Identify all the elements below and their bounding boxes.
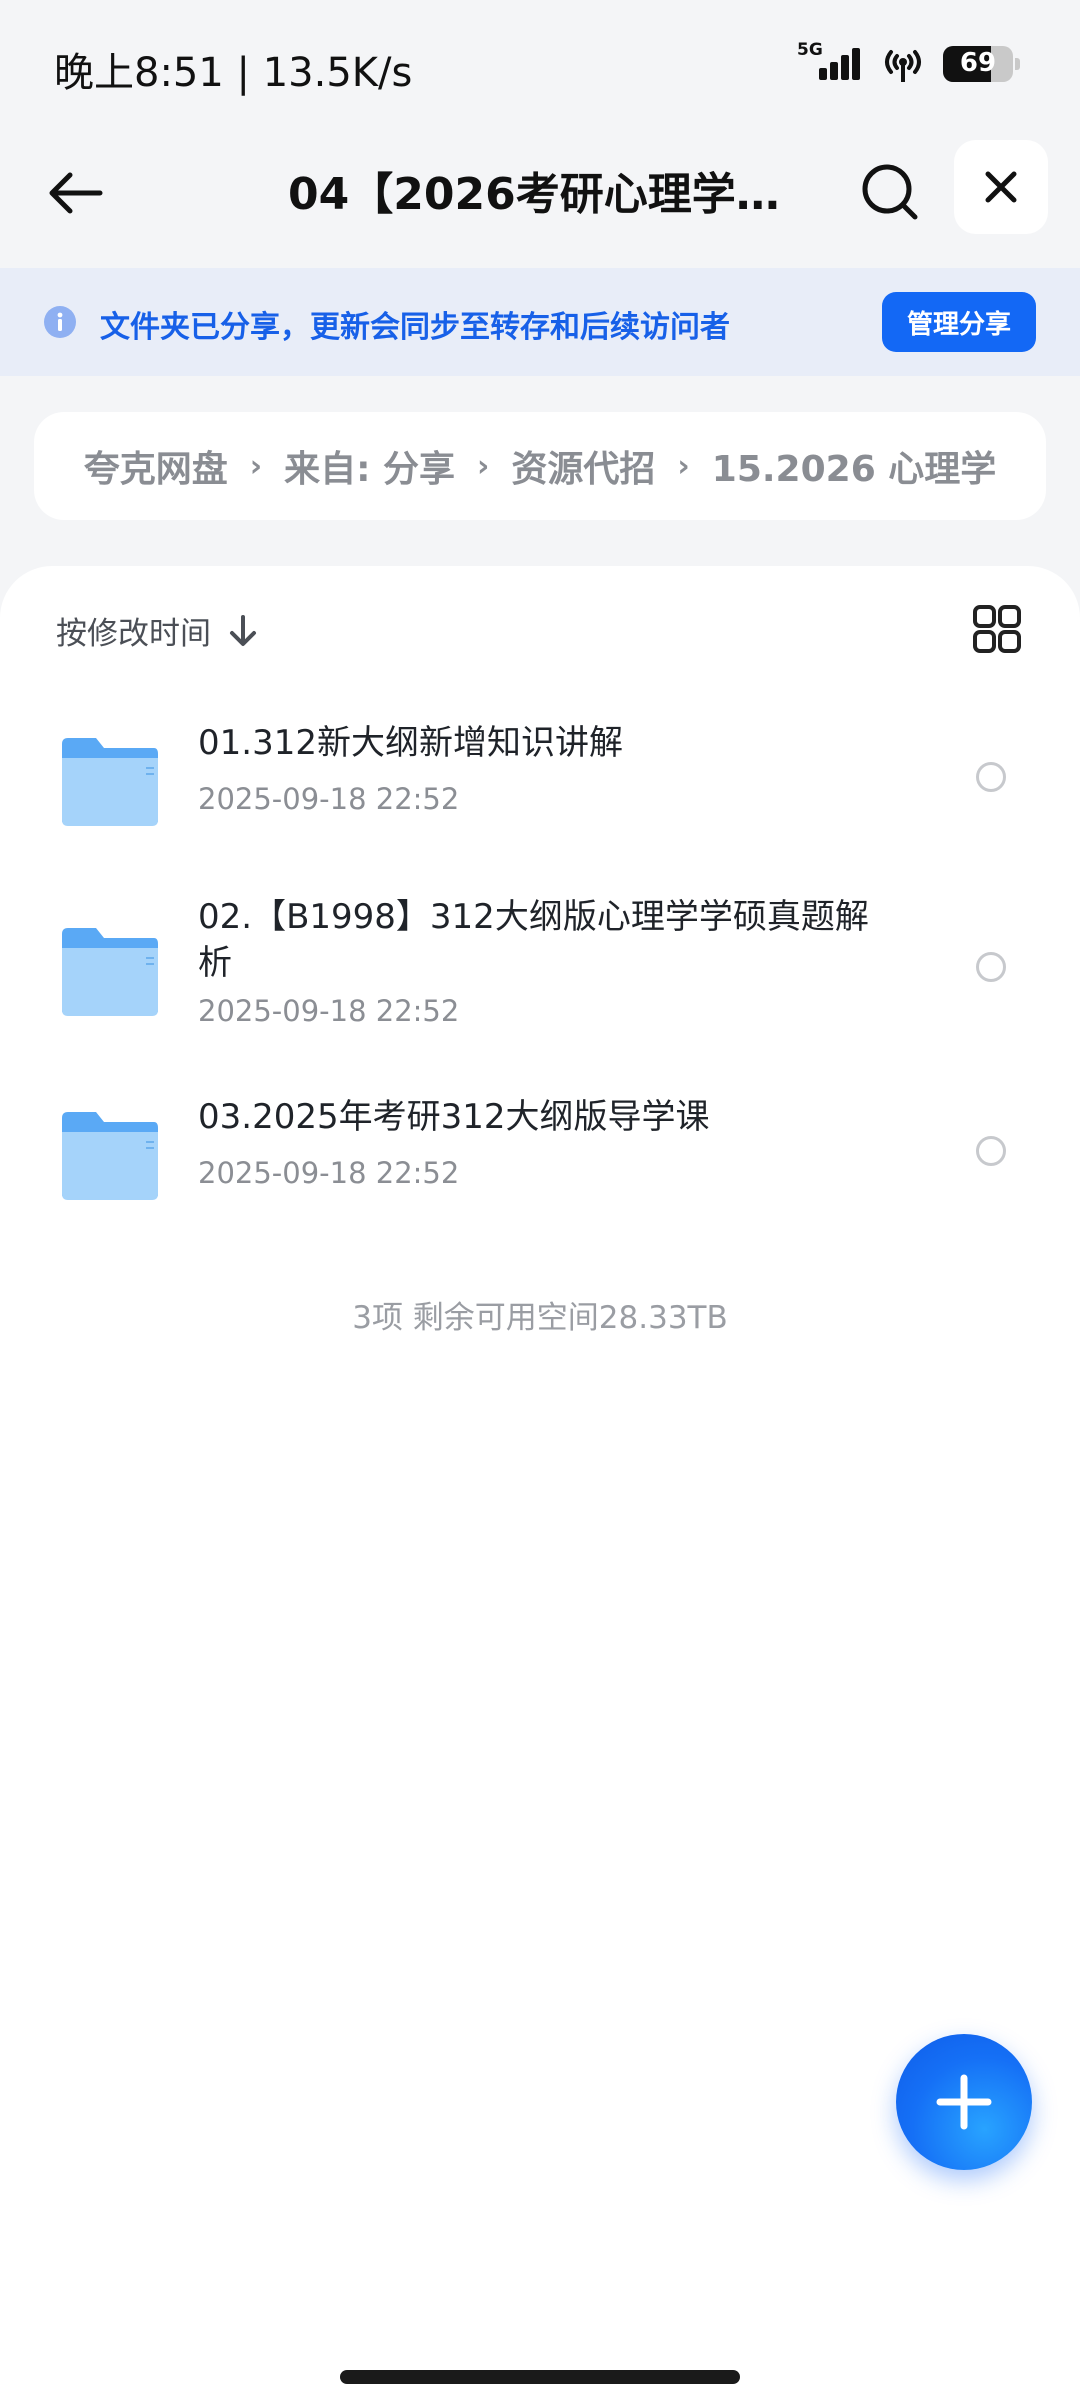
breadcrumb-item-root[interactable]: 夸克网盘: [84, 440, 228, 492]
folder-icon: [62, 1112, 158, 1200]
search-button[interactable]: [852, 154, 928, 230]
battery-tip: [1015, 58, 1020, 70]
wifi-calling-icon: [885, 50, 921, 82]
arrow-down-icon: [230, 614, 256, 646]
battery-icon: 69: [943, 46, 1013, 82]
search-icon: [862, 164, 918, 220]
plus-icon: [936, 2074, 992, 2130]
select-checkbox[interactable]: [976, 1136, 1006, 1166]
arrow-left-icon: [49, 172, 103, 214]
home-indicator[interactable]: [340, 2370, 740, 2384]
file-row[interactable]: 03.2025年考研312大纲版导学课 2025-09-18 22:52: [0, 1070, 1080, 1240]
add-button[interactable]: [896, 2034, 1032, 2170]
file-date: 2025-09-18 22:52: [198, 994, 460, 1028]
close-button[interactable]: [954, 140, 1048, 234]
sort-label: 按修改时间: [56, 616, 211, 652]
share-banner-text: 文件夹已分享，更新会同步至转存和后续访问者: [100, 310, 730, 345]
info-icon: [44, 306, 76, 338]
file-row[interactable]: 02.【B1998】312大纲版心理学学硕真题解析 2025-09-18 22:…: [0, 884, 1080, 1084]
close-icon: [985, 171, 1017, 203]
chevron-right-icon: ›: [249, 448, 263, 484]
breadcrumb: 夸克网盘 › 来自: 分享 › 资源代招 › 15.2026 心理学: [34, 412, 1046, 520]
status-bar: 晚上8:51 | 13.5K/s 5G 69: [0, 0, 1080, 134]
page-title: 04【2026考研心理学】…: [288, 169, 788, 220]
file-name: 03.2025年考研312大纲版导学课: [198, 1097, 710, 1137]
file-name: 01.312新大纲新增知识讲解: [198, 723, 623, 763]
select-checkbox[interactable]: [976, 952, 1006, 982]
file-row[interactable]: 01.312新大纲新增知识讲解 2025-09-18 22:52: [0, 696, 1080, 866]
grid-view-icon[interactable]: [972, 604, 1022, 654]
breadcrumb-item-folder[interactable]: 资源代招: [511, 440, 655, 492]
chevron-right-icon: ›: [477, 448, 490, 484]
cellular-signal-icon: 5G: [797, 40, 863, 84]
chevron-right-icon: ›: [677, 448, 690, 484]
network-type: 5G: [797, 40, 823, 60]
storage-summary: 3项 剩余可用空间28.33TB: [352, 1300, 728, 1336]
battery-level: 69: [959, 48, 997, 78]
folder-icon: [62, 928, 158, 1016]
sort-button[interactable]: 按修改时间: [56, 608, 257, 653]
select-checkbox[interactable]: [976, 762, 1006, 792]
top-bar: 04【2026考研心理学】…: [0, 134, 1080, 268]
share-banner: 文件夹已分享，更新会同步至转存和后续访问者 管理分享: [0, 268, 1080, 376]
status-time: 晚上8:51 | 13.5K/s: [54, 50, 413, 96]
breadcrumb-item-current[interactable]: 15.2026 心理学: [712, 440, 997, 492]
file-date: 2025-09-18 22:52: [198, 782, 460, 816]
file-date: 2025-09-18 22:52: [198, 1156, 460, 1190]
folder-icon: [62, 738, 158, 826]
breadcrumb-item-share[interactable]: 来自: 分享: [284, 440, 455, 492]
file-name: 02.【B1998】312大纲版心理学学硕真题解析: [198, 897, 869, 983]
manage-share-button[interactable]: 管理分享: [882, 292, 1036, 352]
back-button[interactable]: [38, 156, 112, 230]
status-icons: 5G 69: [797, 40, 1020, 84]
